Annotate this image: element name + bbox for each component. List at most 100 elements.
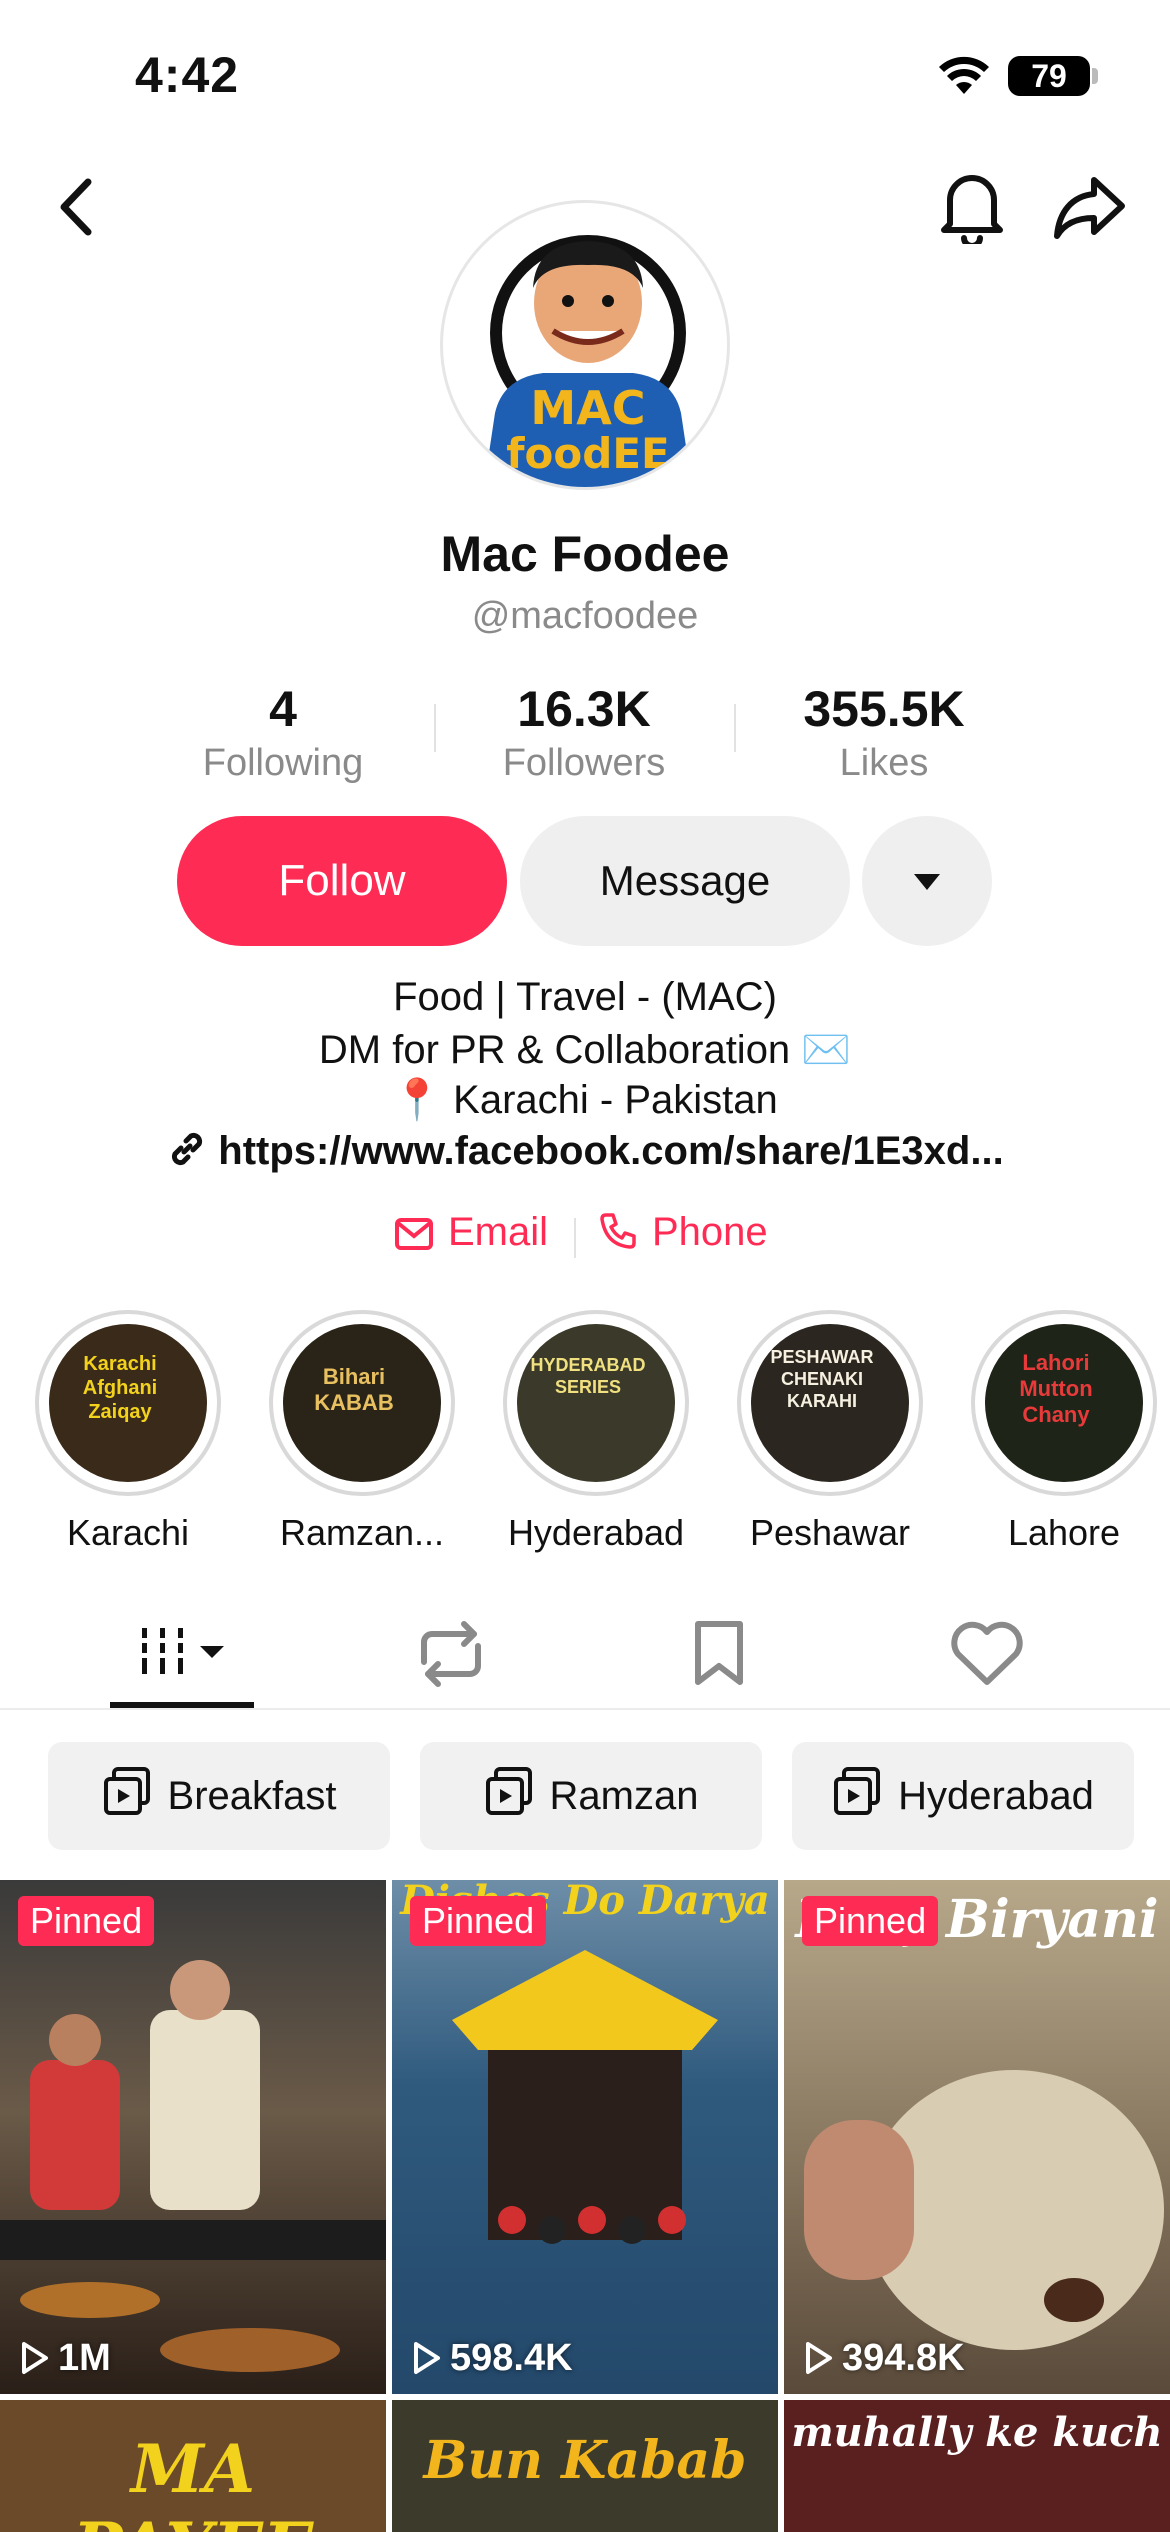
phone-label: Phone xyxy=(652,1210,768,1254)
video-thumbnail[interactable]: Beef Biryani Pinned 394.8K xyxy=(784,1880,1170,2394)
highlight-cover-text: Karachi Afghani Zaiqay xyxy=(82,1353,158,1423)
stat-label: Followers xyxy=(502,742,666,784)
video-thumbnail[interactable]: Pinned 1M xyxy=(0,1880,386,2394)
video-thumbnail[interactable]: muhally ke kuch xyxy=(784,2400,1170,2532)
username: @macfoodee xyxy=(471,595,699,637)
tab-favorites[interactable] xyxy=(644,1600,794,1708)
highlight-ring: PESHAWAR CHENAKI KARAHI xyxy=(737,1310,923,1496)
link-icon xyxy=(172,1132,203,1166)
bio-line: 📍 Karachi - Pakistan xyxy=(392,1078,778,1122)
highlight-cover-text: Lahori Mutton Chany xyxy=(1019,1350,1093,1427)
playlist-icon xyxy=(834,1767,881,1815)
play-icon xyxy=(22,2342,48,2374)
share-icon[interactable] xyxy=(1052,172,1128,242)
grid-icon xyxy=(142,1628,224,1674)
stat-value: 355.5K xyxy=(803,681,965,737)
avatar-text-mac: MAC xyxy=(530,381,646,435)
highlight-lahore[interactable]: Lahori Mutton Chany Lahore xyxy=(964,1310,1164,1554)
playlist-ramzan[interactable]: Ramzan xyxy=(420,1742,762,1850)
view-count-text: 1M xyxy=(58,2337,111,2379)
playlist-icon xyxy=(485,1767,532,1815)
email-label: Email xyxy=(448,1210,549,1254)
view-count-text: 394.8K xyxy=(842,2337,965,2379)
tab-reposts[interactable] xyxy=(376,1600,526,1708)
pinned-badge: Pinned xyxy=(410,1896,547,1946)
highlight-label: Ramzan... xyxy=(279,1512,445,1553)
wifi-icon xyxy=(939,56,989,94)
highlight-label: Lahore xyxy=(1007,1512,1121,1553)
playlist-icon xyxy=(103,1767,150,1815)
highlight-cover: Bihari KABAB xyxy=(283,1324,441,1482)
view-count: 394.8K xyxy=(800,2337,965,2380)
highlight-cover-text: Bihari KABAB xyxy=(314,1364,394,1415)
highlight-cover: Lahori Mutton Chany xyxy=(985,1324,1143,1482)
video-thumbnail[interactable]: MA PAYEE xyxy=(0,2400,386,2532)
highlight-cover: HYDERABAD SERIES xyxy=(517,1324,675,1482)
playlist-breakfast[interactable]: Breakfast xyxy=(48,1742,390,1850)
video-thumbnail-art xyxy=(0,1960,386,2372)
view-count: 598.4K xyxy=(408,2337,573,2380)
playlist-label: Ramzan xyxy=(549,1774,699,1818)
stat-value: 4 xyxy=(269,681,297,737)
view-count-text: 598.4K xyxy=(450,2337,573,2379)
video-thumbnail-art xyxy=(452,1950,718,2244)
view-count: 1M xyxy=(16,2337,111,2380)
avatar-text-foodee: foodEE xyxy=(506,429,670,478)
highlight-karachi[interactable]: Karachi Afghani Zaiqay Karachi xyxy=(28,1310,228,1554)
highlight-ring: HYDERABAD SERIES xyxy=(503,1310,689,1496)
playlist-label: Hyderabad xyxy=(898,1774,1094,1818)
stat-followers[interactable]: 16.3K Followers xyxy=(434,680,734,785)
battery-icon: 79 xyxy=(1008,56,1090,96)
video-thumbnail-art xyxy=(804,2070,1164,2350)
highlight-label: Peshawar xyxy=(749,1512,911,1553)
highlight-cover: PESHAWAR CHENAKI KARAHI xyxy=(751,1324,909,1482)
playlist-label: Breakfast xyxy=(167,1774,337,1818)
follow-button[interactable]: Follow xyxy=(177,816,507,946)
email-link[interactable]: Email xyxy=(394,1210,548,1255)
phone-icon xyxy=(600,1213,636,1249)
highlight-hyderabad[interactable]: HYDERABAD SERIES Hyderabad xyxy=(496,1310,696,1554)
pinned-badge: Pinned xyxy=(802,1896,939,1946)
video-thumbnail[interactable]: Dishes Do Darya Pinned 598.4K xyxy=(392,1880,778,2394)
status-time: 4:42 xyxy=(135,47,240,103)
repost-icon xyxy=(421,1621,481,1687)
more-options-button[interactable] xyxy=(862,816,992,946)
highlight-ring: Bihari KABAB xyxy=(269,1310,455,1496)
email-icon xyxy=(395,1218,433,1250)
highlight-peshawar[interactable]: PESHAWAR CHENAKI KARAHI Peshawar xyxy=(730,1310,930,1554)
highlight-label: Karachi xyxy=(66,1512,190,1553)
bio-link[interactable]: https://www.facebook.com/share/1E3xd... xyxy=(0,1128,1170,1174)
play-icon xyxy=(414,2342,440,2374)
highlight-ramzan[interactable]: Bihari KABAB Ramzan... xyxy=(262,1310,462,1554)
play-icon xyxy=(806,2342,832,2374)
video-title: MA PAYEE xyxy=(73,2430,313,2532)
stat-label: Following xyxy=(202,742,364,784)
tab-videos[interactable] xyxy=(108,1600,258,1708)
back-icon[interactable] xyxy=(48,172,108,242)
stat-following[interactable]: 4 Following xyxy=(133,680,433,785)
tab-liked[interactable] xyxy=(912,1600,1062,1708)
bell-icon[interactable] xyxy=(938,168,1006,244)
display-name: Mac Foodee xyxy=(440,526,730,582)
avatar[interactable]: MAC foodEE xyxy=(440,200,730,490)
battery-tip xyxy=(1092,68,1098,84)
playlist-hyderabad[interactable]: Hyderabad xyxy=(792,1742,1134,1850)
video-thumbnail[interactable]: Bun Kabab xyxy=(392,2400,778,2532)
status-bar: 4:42 79 xyxy=(0,0,1170,150)
pinned-badge: Pinned xyxy=(18,1896,155,1946)
stat-label: Likes xyxy=(839,742,929,784)
highlight-cover-text: HYDERABAD SERIES xyxy=(530,1355,646,1397)
phone-link[interactable]: Phone xyxy=(598,1210,768,1255)
highlight-cover-text: PESHAWAR CHENAKI KARAHI xyxy=(770,1347,874,1411)
stat-likes: 355.5K Likes xyxy=(734,680,1034,785)
bookmark-icon xyxy=(695,1621,743,1685)
highlight-ring: Karachi Afghani Zaiqay xyxy=(35,1310,221,1496)
bio-line: Food | Travel - (MAC) xyxy=(393,975,777,1019)
message-button[interactable]: Message xyxy=(520,816,850,946)
video-title: muhally ke kuch xyxy=(791,2409,1163,2456)
bio-link-text: https://www.facebook.com/share/1E3xd... xyxy=(218,1129,1004,1173)
heart-icon xyxy=(951,1621,1023,1685)
stat-value: 16.3K xyxy=(517,681,651,737)
highlight-cover: Karachi Afghani Zaiqay xyxy=(49,1324,207,1482)
caret-down-icon xyxy=(914,874,940,890)
